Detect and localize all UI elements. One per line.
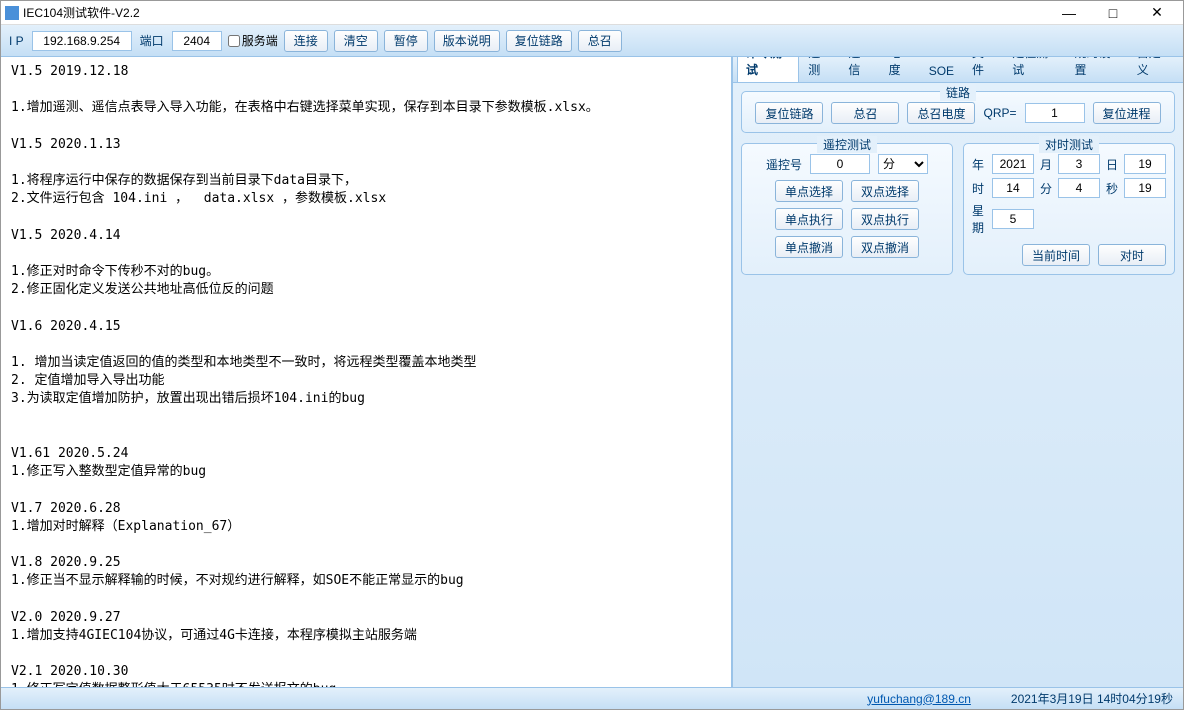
pause-button[interactable]: 暂停 [384, 30, 428, 52]
reset-link-button[interactable]: 复位链路 [506, 30, 572, 52]
single-cancel-button[interactable]: 单点撤消 [775, 236, 843, 258]
reset-process-button[interactable]: 复位进程 [1093, 102, 1161, 124]
qrp-input[interactable] [1025, 103, 1085, 123]
tab-1[interactable]: 遥测 [799, 57, 839, 82]
now-time-button[interactable]: 当前时间 [1022, 244, 1090, 266]
changelog-pane[interactable]: V1.5 2019.12.18 1.增加遥测、遥信点表导入导入功能，在表格中右键… [1, 57, 733, 687]
maximize-button[interactable]: □ [1099, 3, 1127, 23]
app-icon [5, 6, 19, 20]
rc-no-label: 遥控号 [766, 156, 802, 173]
year-label: 年 [972, 156, 986, 173]
toolbar: I P 端口 服务端 连接 清空 暂停 版本说明 复位链路 总召 [1, 25, 1183, 57]
month-label: 月 [1040, 156, 1052, 173]
qrp-label: QRP= [983, 106, 1016, 120]
week-input[interactable] [992, 209, 1034, 229]
min-input[interactable] [1058, 178, 1100, 198]
tab-5[interactable]: 文件 [963, 57, 1003, 82]
time-legend: 对时测试 [1039, 136, 1099, 153]
hour-input[interactable] [992, 178, 1034, 198]
tabs-bar: 命令测试遥测遥信电度SOE文件定值测试规约设置自定义 [733, 57, 1183, 83]
clear-button[interactable]: 清空 [334, 30, 378, 52]
remote-fieldset: 遥控测试 遥控号 分 单点选择 双点选择 [741, 143, 953, 275]
close-button[interactable]: ✕ [1143, 3, 1171, 23]
tab-6[interactable]: 定值测试 [1003, 57, 1065, 82]
server-checkbox[interactable]: 服务端 [228, 32, 278, 49]
general-call-btn2[interactable]: 总召 [831, 102, 899, 124]
changelog-text: V1.5 2019.12.18 1.增加遥测、遥信点表导入导入功能，在表格中右键… [11, 63, 721, 687]
tab-8[interactable]: 自定义 [1128, 57, 1179, 82]
status-datetime: 2021年3月19日 14时04分19秒 [1011, 690, 1173, 707]
right-panel: 命令测试遥测遥信电度SOE文件定值测试规约设置自定义 链路 复位链路 总召 总召… [733, 57, 1183, 687]
status-email-link[interactable]: yufuchang@189.cn [867, 692, 971, 706]
sec-label: 秒 [1106, 180, 1118, 197]
single-exec-button[interactable]: 单点执行 [775, 208, 843, 230]
server-checkbox-label: 服务端 [242, 32, 278, 49]
titlebar: IEC104测试软件-V2.2 — □ ✕ [1, 1, 1183, 25]
sync-time-button[interactable]: 对时 [1098, 244, 1166, 266]
server-checkbox-input[interactable] [228, 35, 240, 47]
ip-input[interactable] [32, 31, 132, 51]
week-label: 星期 [972, 202, 986, 236]
year-input[interactable] [992, 154, 1034, 174]
min-label: 分 [1040, 180, 1052, 197]
tab-2[interactable]: 遥信 [839, 57, 879, 82]
double-select-button[interactable]: 双点选择 [851, 180, 919, 202]
window-title: IEC104测试软件-V2.2 [23, 4, 1055, 21]
hour-label: 时 [972, 180, 986, 197]
general-call-button[interactable]: 总召 [578, 30, 622, 52]
connect-button[interactable]: 连接 [284, 30, 328, 52]
tab-7[interactable]: 规约设置 [1065, 57, 1127, 82]
rc-no-input[interactable] [810, 154, 870, 174]
time-fieldset: 对时测试 年 月 日 时 分 秒 [963, 143, 1175, 275]
version-info-button[interactable]: 版本说明 [434, 30, 500, 52]
general-power-button[interactable]: 总召电度 [907, 102, 975, 124]
reset-link-btn2[interactable]: 复位链路 [755, 102, 823, 124]
tab-4[interactable]: SOE [920, 59, 963, 82]
double-exec-button[interactable]: 双点执行 [851, 208, 919, 230]
sec-input[interactable] [1124, 178, 1166, 198]
rc-unit-select[interactable]: 分 [878, 154, 928, 174]
minimize-button[interactable]: — [1055, 3, 1083, 23]
port-input[interactable] [172, 31, 222, 51]
remote-legend: 遥控测试 [817, 136, 877, 153]
tab-3[interactable]: 电度 [880, 57, 920, 82]
ip-label: I P [7, 34, 26, 48]
day-input[interactable] [1124, 154, 1166, 174]
month-input[interactable] [1058, 154, 1100, 174]
status-bar: yufuchang@189.cn 2021年3月19日 14时04分19秒 [1, 687, 1183, 709]
double-cancel-button[interactable]: 双点撤消 [851, 236, 919, 258]
link-fieldset: 链路 复位链路 总召 总召电度 QRP= 复位进程 [741, 91, 1175, 133]
day-label: 日 [1106, 156, 1118, 173]
single-select-button[interactable]: 单点选择 [775, 180, 843, 202]
tab-0[interactable]: 命令测试 [737, 57, 799, 82]
link-legend: 链路 [940, 84, 976, 101]
port-label: 端口 [138, 32, 166, 49]
